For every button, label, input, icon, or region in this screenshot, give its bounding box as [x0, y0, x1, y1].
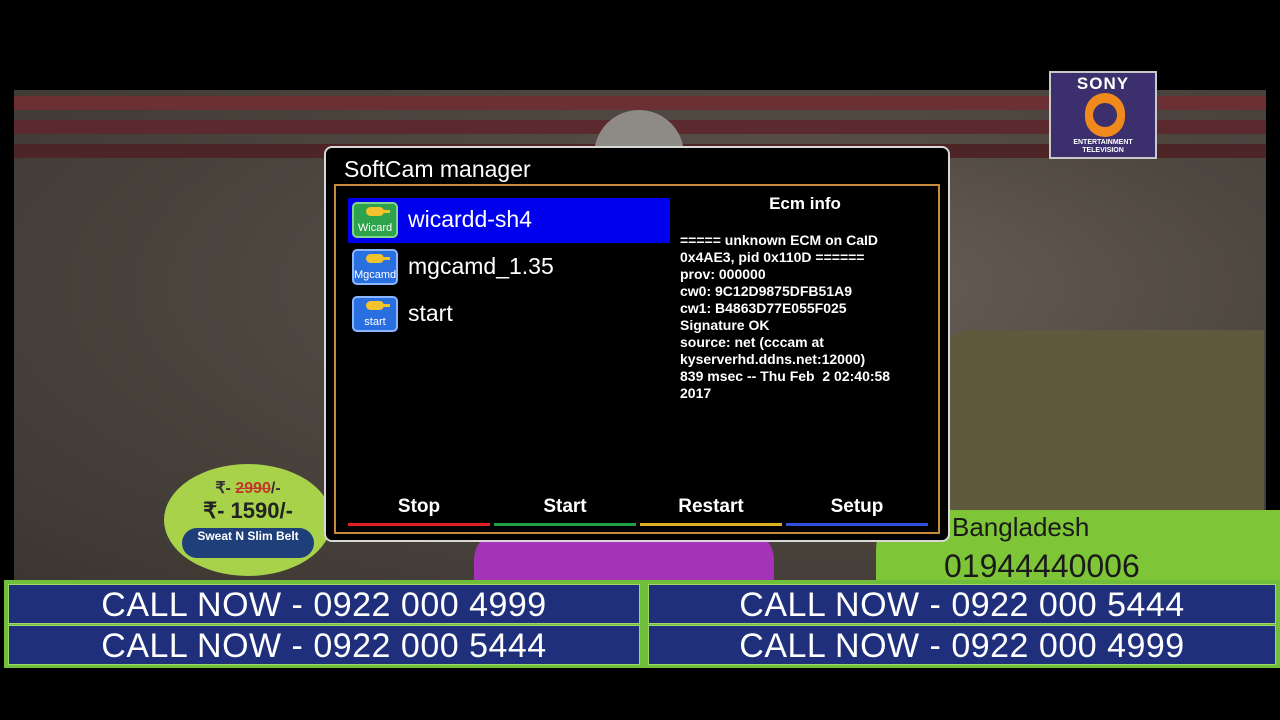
stop-button-label: Stop	[397, 496, 441, 517]
key-glyph	[366, 254, 390, 263]
ecm-info-text: ===== unknown ECM on CaID 0x4AE3, pid 0x…	[680, 232, 891, 401]
softcam-icon-label: Mgcamd	[354, 269, 397, 281]
old-price-prefix: ₹-	[215, 480, 231, 497]
product-name: Sweat N Slim Belt	[182, 528, 314, 558]
ecm-info-heading: Ecm info	[769, 194, 841, 213]
restart-button[interactable]: Restart	[640, 494, 782, 526]
start-button-label: Start	[543, 496, 587, 517]
call-now-text: CALL NOW - 0922 000 4999	[648, 625, 1276, 665]
softcam-icon-label: start	[364, 316, 386, 328]
softcam-icon-label: Wicard	[357, 222, 393, 234]
green-key-indicator	[494, 523, 636, 526]
blue-key-indicator	[786, 523, 928, 526]
call-now-text: CALL NOW - 0922 000 4999	[8, 584, 640, 624]
yellow-key-indicator	[640, 523, 782, 526]
key-icon: Mgcamd	[352, 249, 398, 285]
restart-button-label: Restart	[678, 496, 744, 517]
background-cushion	[934, 330, 1264, 530]
old-price: ₹- 2990/-	[164, 478, 332, 498]
softcam-name: wicardd-sh4	[408, 206, 532, 232]
key-icon: Wicard	[352, 202, 398, 238]
key-icon: start	[352, 296, 398, 332]
price-badge: ₹- 2990/- ₹- 1590/- Sweat N Slim Belt	[164, 464, 332, 576]
key-glyph	[366, 301, 390, 310]
start-button[interactable]: Start	[494, 494, 636, 526]
setup-button-label: Setup	[830, 496, 884, 517]
softcam-name: start	[408, 300, 453, 326]
channel-logo-tagline: ENTERTAINMENT TELEVISION	[1073, 139, 1133, 154]
softcam-item-start[interactable]: start start	[348, 292, 670, 337]
call-now-ticker: CALL NOW - 0922 000 4999 CALL NOW - 0922…	[4, 580, 1280, 668]
color-button-bar: Stop Start Restart Setup	[348, 494, 932, 528]
call-now-text: CALL NOW - 0922 000 5444	[648, 584, 1276, 624]
ecm-info-panel: Ecm info ===== unknown ECM on CaID 0x4AE…	[680, 194, 930, 402]
red-key-indicator	[348, 523, 490, 526]
channel-logo-icon	[1085, 93, 1125, 137]
new-price: ₹- 1590/-	[203, 498, 293, 523]
old-price-suffix: /-	[270, 480, 281, 497]
promo-country: Bangladesh	[952, 512, 1090, 542]
dialog-title: SoftCam manager	[344, 156, 531, 182]
softcam-name: mgcamd_1.35	[408, 253, 554, 279]
stop-button[interactable]: Stop	[348, 494, 490, 526]
setup-button[interactable]: Setup	[786, 494, 928, 526]
softcam-manager-dialog: SoftCam manager Wicard wicardd-sh4 Mgcam…	[324, 146, 950, 542]
key-glyph	[366, 207, 390, 216]
call-now-text: CALL NOW - 0922 000 5444	[8, 625, 640, 665]
channel-logo-brand: SONY	[1076, 74, 1130, 93]
softcam-item-wicardd[interactable]: Wicard wicardd-sh4	[348, 198, 670, 243]
dialog-content: Wicard wicardd-sh4 Mgcamd mgcamd_1.35 st…	[334, 184, 940, 534]
channel-logo: SONY ENTERTAINMENT TELEVISION	[1049, 71, 1157, 159]
softcam-list: Wicard wicardd-sh4 Mgcamd mgcamd_1.35 st…	[348, 198, 670, 339]
old-price-value: 2990	[235, 480, 271, 497]
softcam-item-mgcamd[interactable]: Mgcamd mgcamd_1.35	[348, 245, 670, 290]
